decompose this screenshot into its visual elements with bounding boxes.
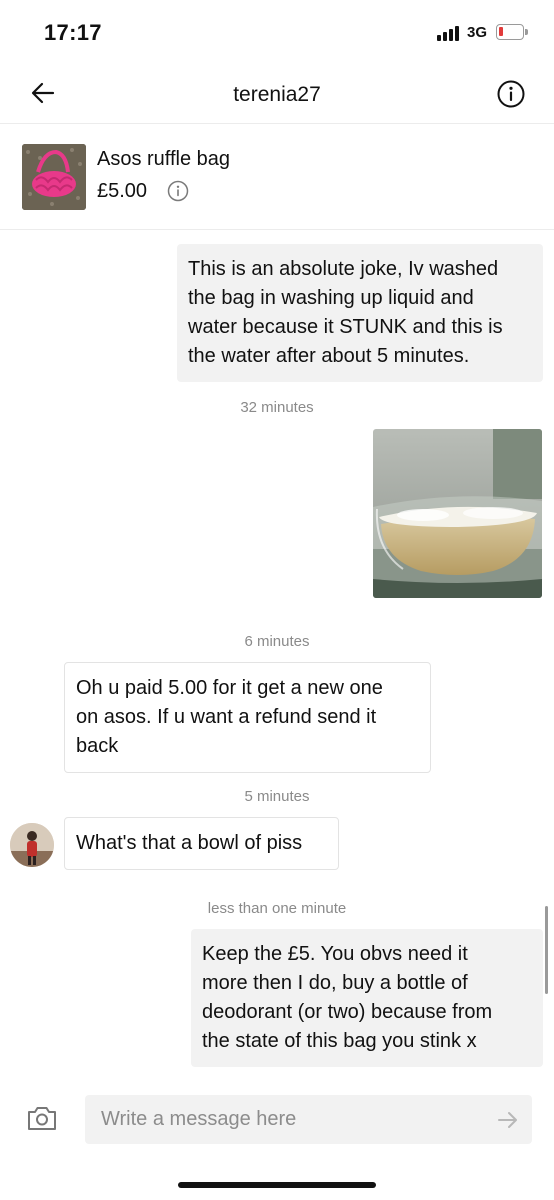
conversation-header: terenia27	[0, 66, 554, 124]
item-price: £5.00	[97, 180, 148, 202]
message-line: back	[76, 735, 119, 757]
info-icon[interactable]	[496, 79, 526, 109]
message-line: What's that a bowl of piss	[76, 832, 303, 854]
scrollbar[interactable]	[545, 906, 548, 994]
sender-avatar[interactable]	[10, 823, 54, 867]
send-arrow-icon[interactable]	[496, 1110, 520, 1130]
message-timestamp: 5 minutes	[244, 788, 310, 805]
message-timestamp: less than one minute	[207, 900, 347, 917]
item-summary[interactable]: Asos ruffle bag £5.00	[0, 125, 554, 230]
message-line: more then I do, buy a bottle of	[202, 972, 468, 994]
conversation-username[interactable]: terenia27	[0, 83, 554, 107]
message-line: Oh u paid 5.00 for it get a new one	[76, 677, 383, 699]
message-line: water because it STUNK and this is	[188, 316, 503, 338]
message-line: the water after about 5 minutes.	[188, 345, 470, 367]
message-line: Keep the £5. You obvs need it	[202, 943, 468, 965]
message-line: deodorant (or two) because from	[202, 1001, 493, 1023]
battery-icon	[496, 24, 528, 40]
message-bubble-sent[interactable]: This is an absolute joke, Iv washed the …	[177, 244, 543, 382]
status-bar: 17:17 3G	[0, 0, 554, 66]
message-line: on asos. If u want a refund send it	[76, 706, 377, 728]
price-info-icon[interactable]	[167, 180, 189, 202]
message-bubble-received[interactable]: What's that a bowl of piss	[64, 817, 339, 870]
message-line: This is an absolute joke, Iv washed	[188, 258, 499, 280]
message-photo[interactable]	[373, 429, 542, 598]
message-input[interactable]	[85, 1095, 532, 1144]
item-thumbnail[interactable]	[22, 144, 86, 210]
message-composer	[0, 1080, 554, 1160]
message-bubble-received[interactable]: Oh u paid 5.00 for it get a new one on a…	[64, 662, 431, 773]
signal-strength-icon	[437, 25, 463, 41]
status-time: 17:17	[44, 20, 102, 45]
item-title: Asos ruffle bag	[97, 148, 231, 170]
home-indicator[interactable]	[178, 1182, 376, 1188]
message-bubble-sent[interactable]: Keep the £5. You obvs need it more then …	[191, 929, 543, 1067]
message-line: the state of this bag you stink x	[202, 1030, 477, 1052]
message-timestamp: 6 minutes	[244, 633, 310, 650]
network-type: 3G	[467, 24, 488, 41]
camera-icon[interactable]	[26, 1104, 58, 1132]
message-timestamp: 32 minutes	[240, 399, 314, 416]
message-line: the bag in washing up liquid and	[188, 287, 474, 309]
